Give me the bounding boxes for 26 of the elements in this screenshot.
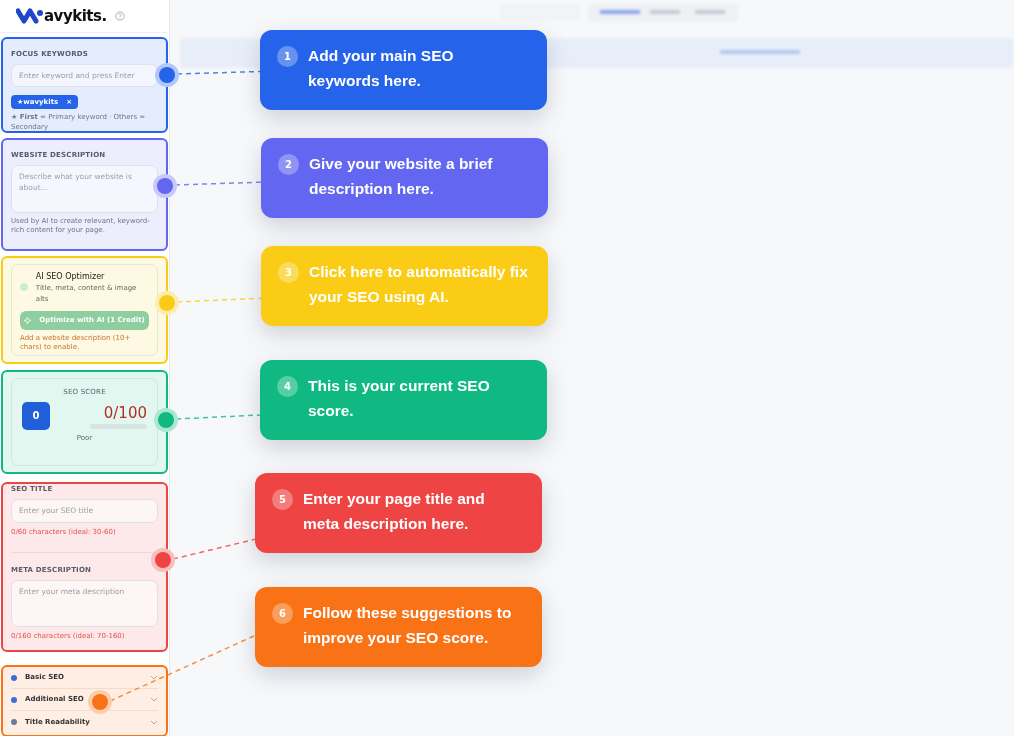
optimizer-title: AI SEO Optimizer [35,271,106,283]
hotspot-dot[interactable] [157,178,173,194]
step-number: 4 [277,376,298,397]
step-number: 6 [272,603,293,624]
hotspot-dot[interactable] [159,295,175,311]
callout-text: Give your website a brief description here. [309,154,494,199]
callout-text: Enter your page title and meta description here. [303,489,486,534]
logo-icon [16,8,44,24]
step-number: 1 [277,46,298,67]
status-dot [20,283,28,291]
hotspot-dot[interactable] [158,412,174,428]
score-value: 0/100 [103,402,147,424]
step-number: 3 [278,262,299,283]
step-number: 2 [278,154,299,175]
hotspot-dot[interactable] [159,67,175,83]
callout-text: Click here to automatically fix your SEO using AI. [309,262,529,307]
hotspot-dot[interactable] [155,552,171,568]
logo-text: avykits. [44,5,107,27]
callout-text: Add your main SEO keywords here. [308,46,455,91]
sparkle-icon [24,316,32,324]
help-icon[interactable] [114,11,125,21]
score-badge: 0 [22,401,50,430]
hotspot-dot[interactable] [92,694,108,710]
step-number: 5 [272,489,293,510]
callout-text: Follow these suggestions to improve your SEO score. [303,603,513,648]
callout-text: This is your current SEO score. [308,376,491,421]
